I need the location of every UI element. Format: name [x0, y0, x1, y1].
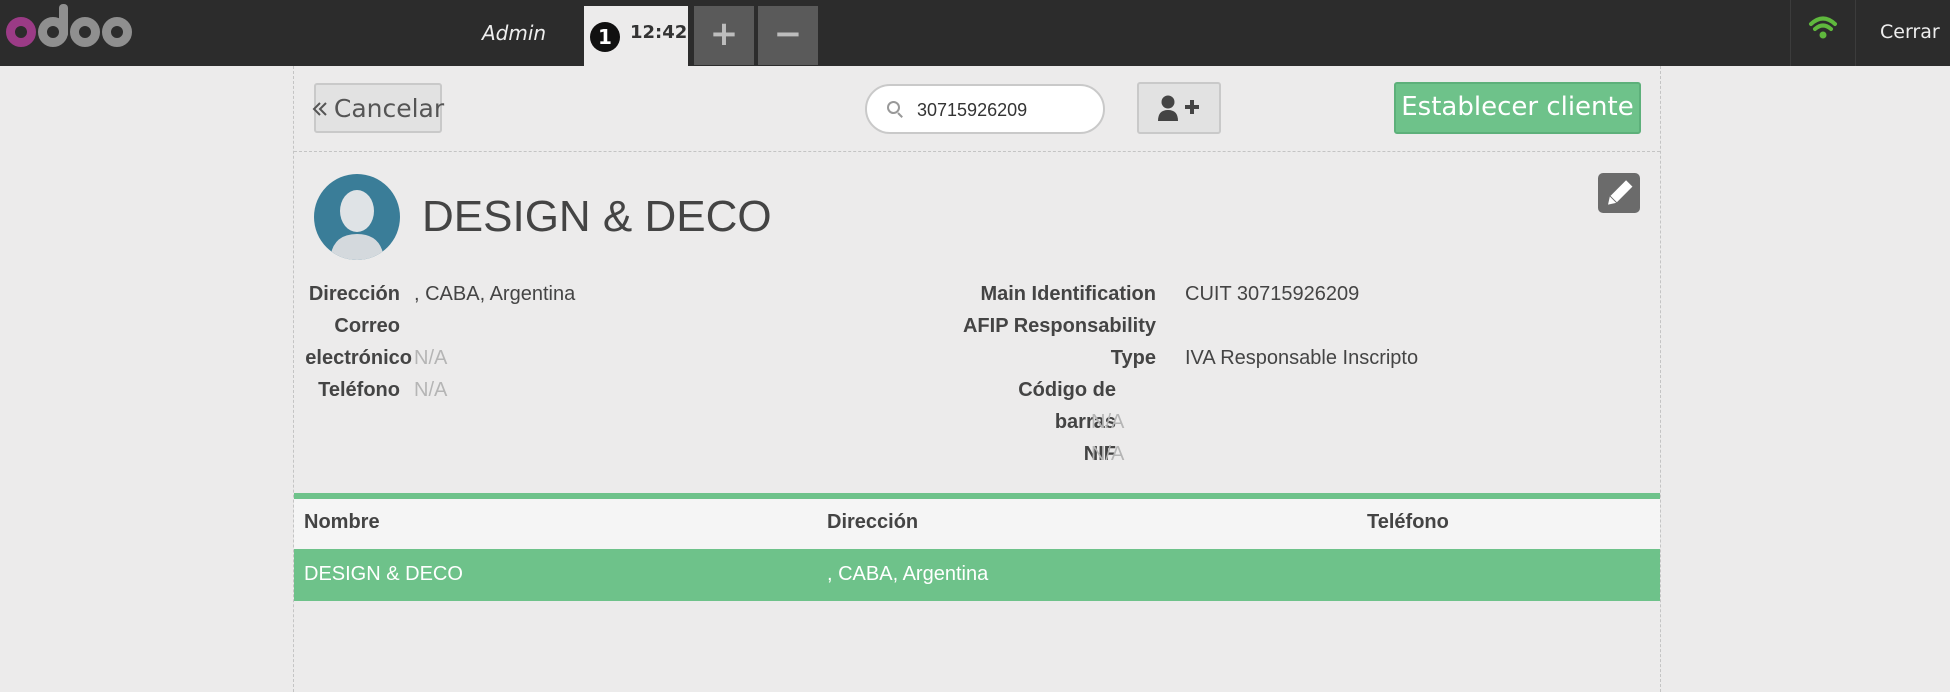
label-main-identification: Main Identification	[980, 283, 1156, 305]
search-icon	[887, 101, 900, 114]
add-order-button[interactable]: +	[694, 6, 754, 65]
double-chevron-left-icon	[312, 94, 328, 123]
customer-avatar	[314, 174, 400, 260]
row-name: DESIGN & DECO	[304, 563, 463, 585]
cashier-name[interactable]: Admin	[482, 21, 546, 45]
value-email: N/A	[414, 347, 448, 369]
customer-search[interactable]	[865, 84, 1105, 134]
label-afip-responsability: AFIP Responsability	[962, 315, 1156, 337]
value-phone: N/A	[414, 379, 448, 401]
value-nif: N/A	[1091, 443, 1125, 465]
order-tab[interactable]: 1 12:42	[584, 6, 688, 66]
value-type: IVA Responsable Inscripto	[1185, 347, 1419, 369]
remove-order-button[interactable]: −	[758, 6, 818, 65]
value-main-identification: CUIT 30715926209	[1185, 283, 1360, 305]
value-address: , CABA, Argentina	[414, 283, 576, 305]
table-header: Nombre Dirección Teléfono	[294, 499, 1660, 549]
column-header-name: Nombre	[304, 511, 380, 533]
customer-name-title: DESIGN & DECO	[422, 192, 772, 241]
edit-customer-button[interactable]	[1598, 173, 1640, 213]
label-nif: NIF	[1083, 443, 1116, 465]
add-customer-button[interactable]	[1137, 82, 1221, 134]
pencil-icon	[1608, 180, 1633, 205]
set-customer-button[interactable]: Establecer cliente	[1394, 82, 1641, 134]
add-user-icon	[1158, 95, 1199, 121]
label-address: Dirección	[308, 283, 400, 305]
label-type: Type	[1110, 347, 1156, 369]
label-phone: Teléfono	[318, 379, 400, 401]
table-row[interactable]: DESIGN & DECO , CABA, Argentina	[294, 549, 1660, 601]
label-barcode-line1: Código de	[1018, 379, 1116, 401]
column-header-phone: Teléfono	[1367, 511, 1449, 533]
customer-screen: Cancelar Establecer cliente DESIGN & DEC…	[293, 66, 1661, 692]
label-email-line1: Correo	[334, 315, 400, 337]
cancel-label: Cancelar	[333, 93, 445, 123]
cancel-button[interactable]: Cancelar	[312, 83, 445, 133]
value-barcode: N/A	[1091, 411, 1125, 433]
column-header-address: Dirección	[827, 511, 919, 533]
customer-list: Nombre Dirección Teléfono DESIGN & DECO …	[294, 493, 1660, 601]
order-number-badge: 1	[590, 22, 620, 52]
label-email-line2: electrónico	[305, 347, 412, 369]
row-address: , CABA, Argentina	[827, 563, 989, 585]
odoo-logo	[6, 4, 132, 60]
search-input[interactable]	[915, 95, 1099, 125]
top-bar: Admin 1 12:42 + − Cerrar	[0, 0, 1950, 66]
label-barcode-line2: barras	[1054, 411, 1116, 433]
customer-toolbar: Cancelar Establecer cliente	[294, 66, 1660, 152]
wifi-status-icon[interactable]	[1790, 0, 1856, 66]
close-session-button[interactable]: Cerrar	[1880, 21, 1940, 43]
order-time: 12:42	[630, 22, 688, 43]
